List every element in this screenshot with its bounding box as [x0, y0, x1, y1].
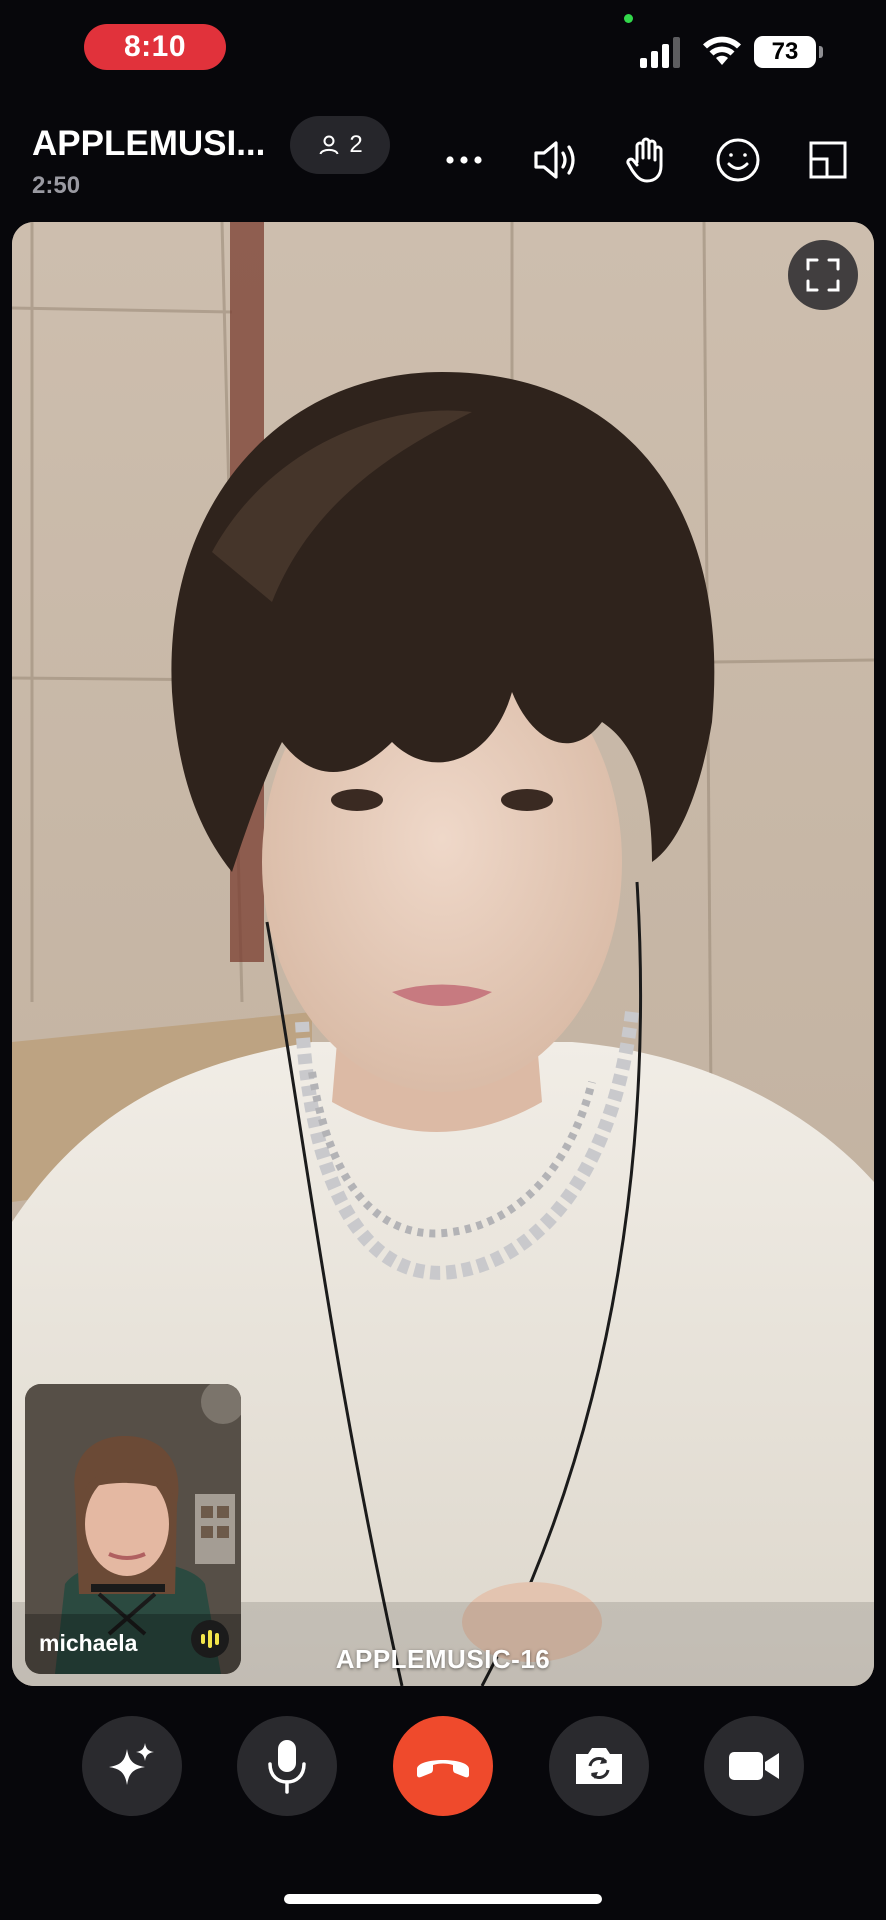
raise-hand-icon [626, 137, 663, 183]
raise-hand-button[interactable] [618, 132, 674, 188]
effects-button[interactable] [82, 1716, 182, 1816]
call-duration: 2:50 [32, 172, 81, 199]
status-time-pill[interactable]: 8:10 [84, 24, 226, 70]
end-call-button[interactable] [393, 1716, 493, 1816]
microphone-icon [268, 1740, 306, 1794]
more-icon [446, 156, 482, 164]
call-title[interactable]: APPLEMUSI... [32, 124, 265, 164]
participant-count: 2 [349, 131, 363, 158]
wifi-icon [703, 36, 741, 65]
speaker-button[interactable] [528, 132, 584, 188]
microphone-button[interactable] [237, 1716, 337, 1816]
reactions-button[interactable] [710, 132, 766, 188]
layout-icon [809, 141, 847, 179]
status-bar: 8:10 73 [0, 0, 886, 100]
layout-button[interactable] [800, 132, 856, 188]
more-options-button[interactable] [436, 132, 492, 188]
remote-participant-name: APPLEMUSIC-16 [335, 1644, 551, 1674]
cellular-signal-icon [640, 36, 682, 68]
flip-camera-button[interactable] [549, 1716, 649, 1816]
home-indicator[interactable] [284, 1894, 602, 1904]
expand-icon [806, 258, 840, 292]
participants-button[interactable]: 2 [290, 116, 390, 174]
fullscreen-button[interactable] [788, 240, 858, 310]
status-time: 8:10 [123, 30, 187, 63]
video-camera-icon [729, 1752, 779, 1780]
battery-level: 73 [771, 38, 799, 65]
mic-in-use-dot [624, 14, 633, 23]
video-toggle-button[interactable] [704, 1716, 804, 1816]
flip-camera-icon [576, 1748, 622, 1784]
person-icon [319, 135, 339, 155]
speaker-icon [534, 141, 575, 179]
remote-video[interactable]: michaela APPLEMUSIC-16 [12, 222, 874, 1686]
effects-sparkle-icon [109, 1743, 154, 1785]
end-call-icon [417, 1760, 469, 1778]
reactions-icon [716, 138, 760, 182]
self-view-pip[interactable]: michaela [25, 1384, 241, 1674]
battery-icon: 73 [754, 36, 823, 68]
